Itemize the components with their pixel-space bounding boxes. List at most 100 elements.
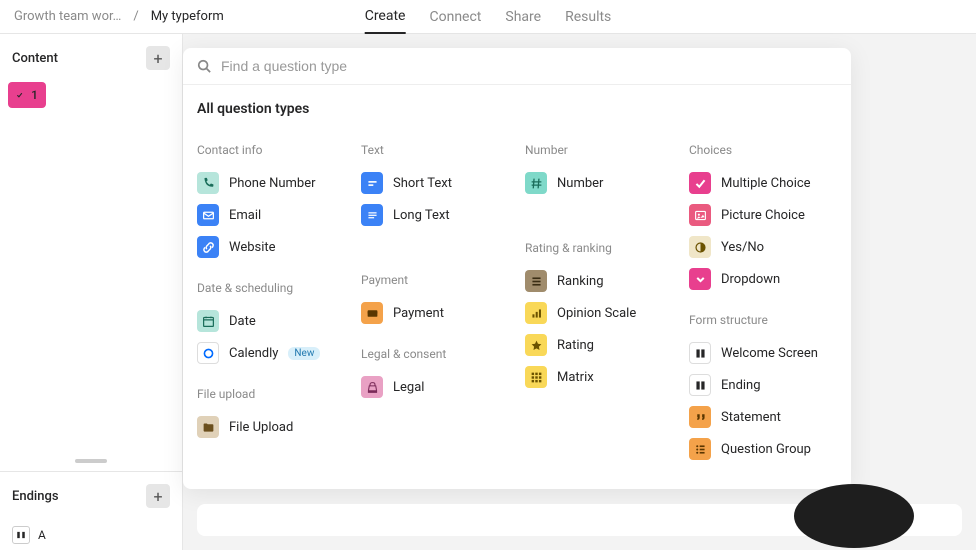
option-question-group[interactable]: Question Group [689,433,837,465]
option-website[interactable]: Website [197,231,345,263]
option-matrix[interactable]: Matrix [525,361,673,393]
panel-title: All question types [183,85,851,125]
option-ending[interactable]: Ending [689,369,837,401]
add-ending-button[interactable]: + [146,484,170,508]
tab-connect[interactable]: Connect [429,1,481,33]
option-label: File Upload [229,420,293,435]
sidebar-endings-header: Endings + [0,471,182,520]
option-ranking[interactable]: Ranking [525,265,673,297]
question-number: 1 [31,88,38,102]
option-label: Payment [393,306,444,321]
option-rating[interactable]: Rating [525,329,673,361]
contrast-icon [689,236,711,258]
option-label: Phone Number [229,176,316,191]
layout-icon [689,342,711,364]
list-icon [689,438,711,460]
phone-icon [197,172,219,194]
category-date-scheduling: Date & scheduling [197,281,345,295]
sidebar-endings-title: Endings [12,489,59,504]
ranking-icon [525,270,547,292]
short-text-icon [361,172,383,194]
option-label: Dropdown [721,272,780,287]
plus-icon: + [153,487,162,506]
option-label: Ranking [557,274,604,289]
ending-label: A [38,528,46,542]
category-rating-ranking: Rating & ranking [525,241,673,255]
matrix-icon [525,366,547,388]
legal-icon [361,376,383,398]
option-long-text[interactable]: Long Text [361,199,509,231]
option-label: Number [557,176,603,191]
option-label: Calendly [229,346,278,361]
quote-icon [689,406,711,428]
ending-item-a[interactable]: A [0,520,182,550]
option-picture-choice[interactable]: Picture Choice [689,199,837,231]
option-legal[interactable]: Legal [361,371,509,403]
question-type-panel: All question types Contact info Phone Nu… [183,48,851,489]
email-icon [197,204,219,226]
option-calendly[interactable]: Calendly New [197,337,345,369]
option-email[interactable]: Email [197,199,345,231]
option-file-upload[interactable]: File Upload [197,411,345,443]
ending-icon [689,374,711,396]
link-icon [197,236,219,258]
option-label: Welcome Screen [721,346,818,361]
option-label: Rating [557,338,594,353]
sidebar: Content + 1 Endings + A [0,34,183,550]
calendar-icon [197,310,219,332]
option-statement[interactable]: Statement [689,401,837,433]
option-phone-number[interactable]: Phone Number [197,167,345,199]
search-row [183,48,851,85]
option-label: Opinion Scale [557,306,636,321]
breadcrumb-workspace[interactable]: Growth team wor… [14,9,121,24]
option-opinion-scale[interactable]: Opinion Scale [525,297,673,329]
option-date[interactable]: Date [197,305,345,337]
check-icon [16,89,23,101]
chevron-down-icon [689,268,711,290]
top-bar: Growth team wor… / My typeform Create Co… [0,0,976,34]
option-payment[interactable]: Payment [361,297,509,329]
option-label: Question Group [721,442,811,457]
breadcrumb-current[interactable]: My typeform [151,9,224,24]
option-yes-no[interactable]: Yes/No [689,231,837,263]
category-contact-info: Contact info [197,143,345,157]
preview-image [794,484,914,548]
question-card-1[interactable]: 1 [8,82,46,108]
sidebar-content-title: Content [12,51,58,66]
image-icon [689,204,711,226]
tab-results[interactable]: Results [565,1,611,33]
tab-share[interactable]: Share [505,1,541,33]
breadcrumb-separator: / [133,9,138,24]
option-label: Short Text [393,176,452,191]
option-short-text[interactable]: Short Text [361,167,509,199]
category-text: Text [361,143,509,157]
hash-icon [525,172,547,194]
category-form-structure: Form structure [689,313,837,327]
add-question-button[interactable]: + [146,46,170,70]
tab-create[interactable]: Create [365,0,406,34]
option-label: Multiple Choice [721,176,811,191]
resize-handle[interactable] [75,459,107,463]
credit-card-icon [361,302,383,324]
preview-area [197,504,962,536]
new-badge: New [288,347,320,360]
nav-tabs: Create Connect Share Results [365,0,612,34]
option-label: Picture Choice [721,208,805,223]
option-multiple-choice[interactable]: Multiple Choice [689,167,837,199]
option-label: Email [229,208,261,223]
check-icon [689,172,711,194]
option-welcome-screen[interactable]: Welcome Screen [689,337,837,369]
option-dropdown[interactable]: Dropdown [689,263,837,295]
folder-icon [197,416,219,438]
option-number[interactable]: Number [525,167,673,199]
option-label: Website [229,240,276,255]
option-label: Yes/No [721,240,764,255]
long-text-icon [361,204,383,226]
option-label: Ending [721,378,761,393]
search-input[interactable] [221,58,837,74]
category-number: Number [525,143,673,157]
bar-chart-icon [525,302,547,324]
search-icon [197,59,211,73]
category-choices: Choices [689,143,837,157]
option-label: Date [229,314,256,329]
